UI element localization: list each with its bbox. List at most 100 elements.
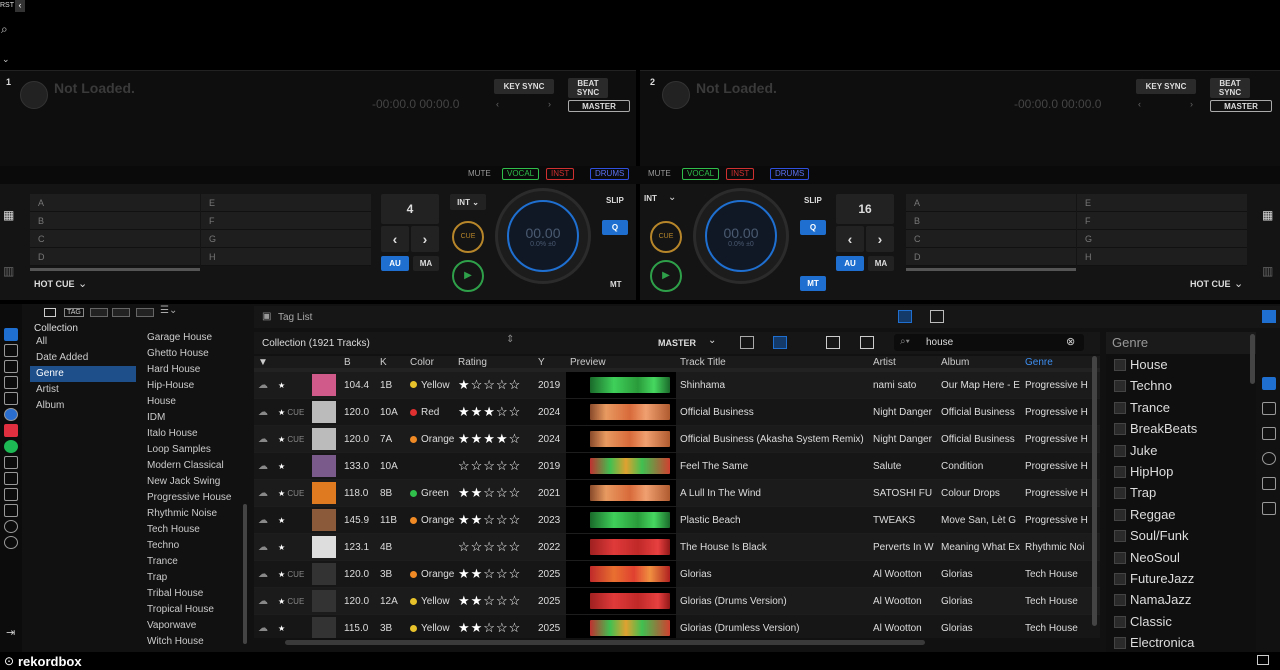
hot-cue-pad-h[interactable]: H <box>1077 248 1247 266</box>
explorer-icon[interactable] <box>4 376 18 389</box>
filter-icon[interactable]: ▼ <box>254 356 274 368</box>
hot-cue-pad-b[interactable]: B <box>906 212 1076 230</box>
genre-tree-item[interactable]: Hard House <box>139 362 243 378</box>
table-row[interactable]: ☁ ★ 123.1 4B ☆☆☆☆☆ 2022 The House Is Black Per… <box>254 533 1100 562</box>
view-toggle-2[interactable] <box>930 310 944 323</box>
pad-scroll[interactable] <box>30 268 200 271</box>
genre-checkbox[interactable]: BreakBeats <box>1106 418 1256 439</box>
genre-checkbox[interactable]: Reggae <box>1106 504 1256 525</box>
col-album[interactable]: Album <box>937 356 1021 368</box>
hot-cue-pad-e[interactable]: E <box>201 194 371 212</box>
rating-stars[interactable]: ★★☆☆☆ <box>458 593 521 608</box>
cloud-icon[interactable]: ☁ <box>254 452 274 481</box>
col-year[interactable]: Y <box>534 356 566 368</box>
play-button[interactable]: ▶ <box>452 260 484 292</box>
col-bpm[interactable]: B <box>340 356 376 368</box>
ma-button[interactable]: MA <box>868 256 894 271</box>
jog-wheel[interactable]: 00.00 0.0% ±0 <box>495 188 591 284</box>
fullscreen-icon[interactable] <box>1257 655 1269 665</box>
cue-button[interactable]: CUE <box>452 221 484 253</box>
preview-cell[interactable] <box>566 398 676 427</box>
preview-cell[interactable] <box>566 506 676 535</box>
filter-box-2[interactable] <box>112 308 130 317</box>
cloud-icon[interactable]: ☁ <box>254 479 274 508</box>
genre-checkbox[interactable]: Trap <box>1106 482 1256 503</box>
genre-checkbox[interactable]: Techno <box>1106 375 1256 396</box>
device-icon[interactable] <box>4 472 18 485</box>
col-title[interactable]: Track Title <box>676 356 869 368</box>
chevron-down-icon[interactable]: ⌄ <box>78 277 87 290</box>
collection-root[interactable]: Collection <box>34 323 78 334</box>
hot-cue-pad-a[interactable]: A <box>906 194 1076 212</box>
int-label[interactable]: INT <box>644 194 657 203</box>
title-cell[interactable]: Official Business (Akasha System Remix) <box>676 425 869 454</box>
hot-cue-pad-e[interactable]: E <box>1077 194 1247 212</box>
chevron-right-icon[interactable]: › <box>1190 99 1193 109</box>
tree-item-date-added[interactable]: Date Added <box>30 350 136 366</box>
genre-checkbox[interactable]: Electronica <box>1106 632 1256 650</box>
chevron-left-icon[interactable]: ‹ <box>496 99 499 109</box>
view-toggle-1[interactable] <box>898 310 912 323</box>
hot-cue-pad-a[interactable]: A <box>30 194 200 212</box>
quantize-button[interactable]: Q <box>602 220 628 235</box>
rating-stars[interactable]: ☆☆☆☆☆ <box>458 539 521 554</box>
detail-view-icon[interactable] <box>773 336 787 349</box>
tree-item-all[interactable]: All <box>30 334 136 350</box>
vocal-button-2[interactable]: VOCAL <box>682 168 720 180</box>
genre-checkbox[interactable]: NamaJazz <box>1106 589 1256 610</box>
preview-cell[interactable] <box>566 479 676 508</box>
table-row[interactable]: ☁ ★ CUE 120.0 12A Yellow ★★☆☆☆ 2025 Glorias (Dr… <box>254 587 1100 616</box>
hot-cue-pad-c[interactable]: C <box>906 230 1076 248</box>
genre-checkbox[interactable]: HipHop <box>1106 461 1256 482</box>
genre-tree-item[interactable]: Loop Samples <box>139 442 243 458</box>
chevron-right-icon[interactable]: › <box>548 99 551 109</box>
rating-cell[interactable]: ★☆☆☆☆ <box>454 372 534 400</box>
import-icon[interactable]: ⇥ <box>6 626 15 639</box>
master-button[interactable]: MASTER <box>568 100 630 112</box>
genre-scrollbar[interactable] <box>1250 334 1255 384</box>
table-row[interactable]: ☁ ★ 115.0 3B Yellow ★★☆☆☆ 2025 Glorias (Drumle… <box>254 614 1100 638</box>
tag-list-icon[interactable]: ▣ <box>262 311 271 322</box>
title-cell[interactable]: Plastic Beach <box>676 506 869 535</box>
edit-icon[interactable] <box>1262 402 1276 415</box>
chevron-down-icon[interactable]: ⌄ <box>1234 277 1243 290</box>
genre-tree-item[interactable]: Progressive House <box>139 490 243 506</box>
chevron-down-icon[interactable]: ⌄ <box>2 54 10 65</box>
clear-search-icon[interactable]: ⊗ <box>1066 335 1075 348</box>
hot-cue-pad-g[interactable]: G <box>1077 230 1247 248</box>
au-button[interactable]: AU <box>836 256 864 271</box>
genre-tree-item[interactable]: Hip-House <box>139 378 243 394</box>
chevron-left-icon[interactable]: ‹ <box>1138 99 1141 109</box>
table-row[interactable]: ☁ ★ 104.4 1B Yellow ★☆☆☆☆ 2019 Shinhama nami sa… <box>254 372 1100 400</box>
info-icon[interactable] <box>1262 452 1276 465</box>
key-sync-button[interactable]: KEY SYNC <box>1136 79 1196 94</box>
hot-cue-pad-g[interactable]: G <box>201 230 371 248</box>
table-vscrollbar[interactable] <box>1092 356 1097 626</box>
related-icon[interactable] <box>1262 377 1276 390</box>
genre-checkbox[interactable]: Juke <box>1106 440 1256 461</box>
genre-tree-item[interactable]: Witch House <box>139 634 243 650</box>
genre-tree-item[interactable]: Ghetto House <box>139 346 243 362</box>
loop-double-button[interactable]: › <box>866 226 894 252</box>
cloud-icon[interactable] <box>4 488 18 501</box>
music-icon[interactable] <box>4 424 18 437</box>
title-cell[interactable]: Glorias (Drumless Version) <box>676 614 869 638</box>
au-button[interactable]: AU <box>381 256 409 271</box>
grid-icon[interactable]: ▦ <box>1262 208 1273 222</box>
cue-button[interactable]: CUE <box>650 221 682 253</box>
preview-cell[interactable] <box>566 425 676 454</box>
window-icon[interactable] <box>44 308 56 317</box>
col-preview[interactable]: Preview <box>566 356 676 368</box>
side-panel-toggle[interactable] <box>1262 310 1276 323</box>
loop-length[interactable]: 4 <box>381 194 439 224</box>
genre-tree-item[interactable]: Tropical House <box>139 602 243 618</box>
genre-tree-item[interactable]: Vaporwave <box>139 618 243 634</box>
tree-item-album[interactable]: Album <box>30 398 136 414</box>
table-hscrollbar[interactable] <box>285 640 925 645</box>
genre-tree-item[interactable]: Tech House <box>139 522 243 538</box>
rating-cell[interactable]: ★★☆☆☆ <box>454 614 534 638</box>
history-icon[interactable] <box>4 520 18 533</box>
master-deck-selector[interactable]: MASTER <box>658 338 696 348</box>
quantize-button[interactable]: Q <box>800 220 826 235</box>
search-input[interactable]: house <box>926 337 953 348</box>
